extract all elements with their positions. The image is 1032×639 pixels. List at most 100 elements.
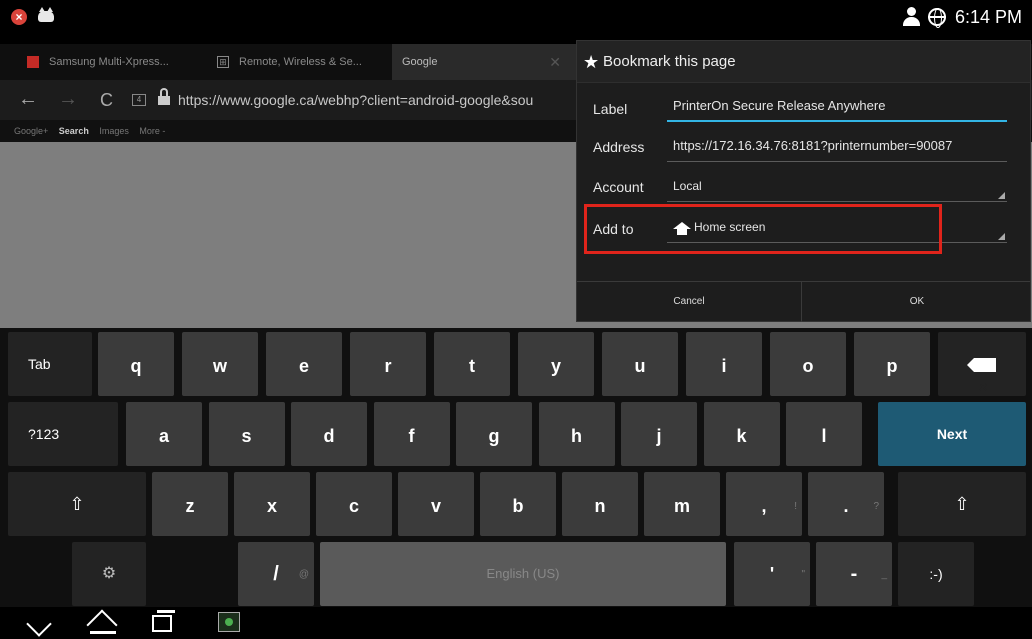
dropdown-triangle-icon (998, 233, 1005, 240)
key-char: - (850, 563, 858, 585)
key-char: g (488, 426, 500, 446)
key-char: j (656, 426, 662, 446)
key-char: u (634, 356, 646, 376)
forward-button[interactable]: → (58, 88, 78, 111)
key-j[interactable]: j (621, 402, 697, 466)
key-char: y (550, 356, 561, 376)
tab-google[interactable]: Google ✕ (392, 44, 577, 80)
key-m[interactable]: m (644, 472, 720, 536)
key-z[interactable]: z (152, 472, 228, 536)
key-p[interactable]: p (854, 332, 930, 396)
label-input[interactable]: PrinterOn Secure Release Anywhere (667, 92, 1007, 122)
key-comma[interactable]: ,! (726, 472, 802, 536)
key-period[interactable]: .? (808, 472, 884, 536)
key-f[interactable]: f (373, 402, 450, 466)
key-t[interactable]: t (434, 332, 510, 396)
reload-button[interactable]: C (100, 90, 113, 111)
key-char: ' (769, 564, 775, 584)
google-nav-search[interactable]: Search (59, 126, 89, 136)
google-nav-images[interactable]: Images (99, 126, 129, 136)
tab-label: Google (402, 56, 438, 68)
key-char: d (323, 426, 335, 446)
key-char: q (130, 356, 142, 376)
key-char: z (185, 496, 195, 516)
key-h[interactable]: h (538, 402, 615, 466)
account-label: Account (593, 179, 644, 195)
key-x[interactable]: x (234, 472, 310, 536)
notification-x-icon: × (11, 9, 27, 25)
key-a[interactable]: a (126, 402, 202, 466)
key-s[interactable]: s (208, 402, 285, 466)
slash-key[interactable]: / @ (238, 542, 314, 606)
key-y[interactable]: y (518, 332, 594, 396)
apostrophe-key[interactable]: ' " (734, 542, 810, 606)
url-field[interactable]: https://www.google.ca/webhp?client=andro… (178, 92, 533, 108)
back-icon[interactable] (26, 611, 52, 637)
address-input[interactable]: https://172.16.34.76:8181?printernumber=… (667, 132, 1007, 162)
ok-button[interactable]: OK (803, 282, 1031, 322)
key-u[interactable]: u (602, 332, 678, 396)
dialog-button-bar: Cancel OK (577, 281, 1031, 322)
google-nav-more[interactable]: More - (139, 126, 165, 136)
key-l[interactable]: l (786, 402, 862, 466)
key-char: a (158, 426, 169, 446)
tab-remote-wireless[interactable]: ⊞ Remote, Wireless & Se... (217, 44, 392, 80)
key-sub-char: _ (881, 569, 887, 580)
key-b[interactable]: b (480, 472, 556, 536)
key-sub-char: " (801, 569, 805, 580)
key-e[interactable]: e (266, 332, 342, 396)
key-char: , (761, 496, 767, 516)
key-char: o (802, 356, 814, 376)
symbols-key[interactable]: ?123 (8, 402, 118, 466)
home-icon[interactable] (86, 609, 120, 639)
backspace-key[interactable] (938, 332, 1026, 419)
next-key[interactable]: Next (878, 402, 1026, 466)
shift-key-right[interactable]: ⇧ (898, 472, 1026, 536)
key-i[interactable]: i (686, 332, 762, 396)
keyboard-settings-icon: ⚙ (101, 565, 117, 582)
address-label: Address (593, 139, 645, 155)
youtube-favicon-icon (27, 56, 39, 69)
key-n[interactable]: n (562, 472, 638, 536)
tab-label: Samsung Multi-Xpress... (49, 56, 169, 68)
key-char: w (212, 356, 227, 376)
key-char: m (673, 496, 690, 516)
key-char: n (594, 496, 606, 516)
screenshot-icon[interactable] (218, 612, 240, 632)
dropdown-triangle-icon (998, 192, 1005, 199)
lock-icon (158, 88, 170, 105)
google-nav-plus[interactable]: Google+ (14, 126, 48, 136)
space-key[interactable]: English (US) (320, 542, 726, 606)
globe-icon (928, 8, 946, 28)
key-d[interactable]: d (291, 402, 367, 466)
key-r[interactable]: r (350, 332, 426, 396)
key-w[interactable]: w (182, 332, 258, 396)
cancel-button[interactable]: Cancel (577, 282, 802, 322)
key-g[interactable]: g (456, 402, 532, 466)
key-c[interactable]: c (316, 472, 392, 536)
key-o[interactable]: o (770, 332, 846, 396)
addto-select[interactable]: Home screen (667, 213, 1007, 243)
shift-key-left[interactable]: ⇧ (8, 472, 146, 536)
key-q[interactable]: q (98, 332, 174, 396)
dash-key[interactable]: - _ (816, 542, 892, 606)
tab-count-badge[interactable]: 4 (132, 94, 146, 106)
key-v[interactable]: v (398, 472, 474, 536)
back-button[interactable]: ← (18, 88, 38, 111)
account-select[interactable]: Local (667, 172, 1007, 202)
key-char: k (736, 426, 747, 446)
tab-key[interactable]: Tab (8, 332, 92, 396)
key-char: v (430, 496, 441, 516)
label-label: Label (593, 101, 628, 117)
key-char: b (512, 496, 524, 516)
key-char: r (384, 356, 392, 376)
emoticon-key[interactable]: :-) (898, 542, 974, 606)
tab-samsung[interactable]: Samsung Multi-Xpress... (27, 44, 207, 80)
settings-key[interactable]: ⚙ (72, 542, 146, 606)
key-k[interactable]: k (703, 402, 780, 466)
bookmark-dialog: ★ Bookmark this page Label PrinterOn Sec… (576, 40, 1031, 322)
close-tab-icon[interactable]: ✕ (549, 44, 561, 80)
recent-apps-icon[interactable] (152, 610, 175, 632)
key-char: / (273, 563, 279, 585)
addto-label: Add to (593, 221, 634, 237)
